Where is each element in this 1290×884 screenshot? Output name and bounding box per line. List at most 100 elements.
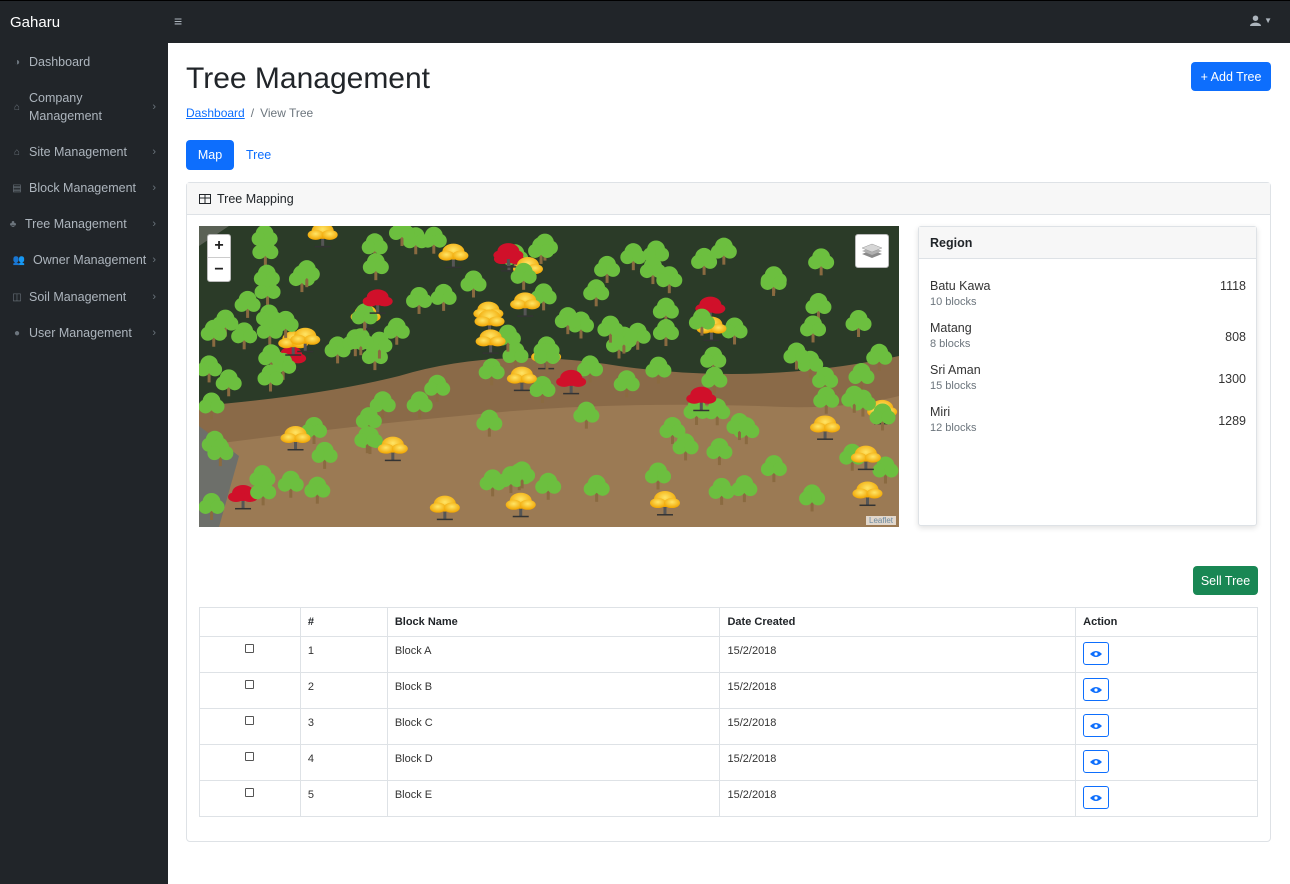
view-button[interactable] — [1083, 750, 1110, 773]
user-menu[interactable]: ▼ — [1250, 15, 1272, 26]
tab-map[interactable]: Map — [186, 140, 234, 170]
chevron-right-icon: › — [152, 146, 156, 158]
eye-icon — [1090, 722, 1103, 729]
region-count: 808 — [1225, 330, 1246, 344]
sidebar-item-tree-management[interactable]: ♣ Tree Management › — [0, 216, 168, 232]
map-attribution[interactable]: Leaflet — [866, 516, 897, 525]
sidebar-item-label: Block Management — [29, 181, 137, 195]
table-row: 2 Block B 15/2/2018 — [199, 672, 1258, 709]
blocks-table: # Block Name Date Created Action 1 Block… — [199, 607, 1258, 817]
breadcrumb: Dashboard / View Tree — [186, 106, 313, 120]
select-cell — [199, 744, 301, 781]
view-button[interactable] — [1083, 642, 1110, 665]
region-name: Sri Aman — [930, 363, 981, 377]
brand-logo[interactable]: Gaharu — [10, 14, 60, 31]
top-navbar: Gaharu ≡ ▼ — [0, 0, 1290, 43]
region-count: 1300 — [1218, 372, 1246, 386]
sidebar-item-label: Site Management — [29, 145, 127, 159]
table-row: 1 Block A 15/2/2018 — [199, 636, 1258, 673]
select-cell — [199, 780, 301, 817]
row-checkbox[interactable] — [245, 716, 255, 725]
card-title: Tree Mapping — [217, 191, 294, 206]
zoom-out-button[interactable]: − — [208, 258, 230, 281]
select-cell — [199, 672, 301, 709]
view-button[interactable] — [1083, 678, 1110, 701]
add-tree-button[interactable]: + Add Tree — [1191, 62, 1271, 91]
sidebar-item-owner-management[interactable]: 👥 Owner Management › — [0, 252, 168, 268]
date-created: 15/2/2018 — [719, 780, 1077, 817]
breadcrumb-separator: / — [250, 106, 255, 120]
zoom-in-button[interactable]: + — [208, 235, 230, 258]
date-created: 15/2/2018 — [719, 708, 1077, 745]
table-icon: ◫ — [12, 291, 22, 303]
column-header-date-created: Date Created — [719, 607, 1077, 637]
caret-down-icon: ▼ — [1264, 16, 1272, 25]
breadcrumb-current: View Tree — [260, 106, 314, 120]
region-blocks: 8 blocks — [930, 338, 971, 350]
card-header: Tree Mapping — [187, 183, 1270, 215]
select-cell — [199, 708, 301, 745]
sell-tree-button[interactable]: Sell Tree — [1193, 566, 1258, 595]
action-cell — [1075, 780, 1258, 817]
sidebar-item-soil-management[interactable]: ◫ Soil Management › — [0, 289, 168, 305]
region-item[interactable]: Miri 12 blocks 1289 — [930, 405, 1246, 434]
row-number: 3 — [299, 708, 388, 745]
chevron-right-icon: › — [152, 254, 156, 266]
region-name: Batu Kawa — [930, 279, 991, 293]
action-cell — [1075, 708, 1258, 745]
row-number: 1 — [299, 636, 388, 673]
home-icon: ⌂ — [13, 101, 21, 113]
table-icon — [199, 193, 211, 204]
eye-icon — [1090, 650, 1103, 657]
region-blocks: 10 blocks — [930, 296, 977, 308]
table-row: 4 Block D 15/2/2018 — [199, 744, 1258, 781]
column-header-action: Action — [1075, 607, 1258, 637]
eye-icon — [1090, 686, 1103, 693]
menu-toggle-icon[interactable]: ≡ — [174, 13, 182, 29]
tree-icon: ♣ — [9, 218, 17, 230]
row-checkbox[interactable] — [245, 680, 255, 689]
region-item[interactable]: Matang 8 blocks 808 — [930, 321, 1246, 350]
home-icon: ⌂ — [13, 146, 21, 158]
eye-icon — [1090, 794, 1103, 801]
map-zoom-control[interactable]: + − — [207, 234, 231, 282]
map-canvas[interactable] — [199, 226, 899, 527]
layers-button[interactable] — [855, 234, 889, 268]
sidebar-item-dashboard[interactable]: ◑ Dashboard — [0, 54, 168, 70]
sidebar-item-label: Tree Management — [25, 217, 127, 231]
tree-map[interactable] — [199, 226, 899, 527]
date-created: 15/2/2018 — [719, 672, 1077, 709]
column-header-select — [199, 607, 301, 637]
row-checkbox[interactable] — [245, 644, 255, 653]
chevron-right-icon: › — [152, 182, 156, 194]
page-title: Tree Management — [186, 62, 431, 95]
region-count: 1289 — [1218, 414, 1246, 428]
region-name: Miri — [930, 405, 951, 419]
region-item[interactable]: Batu Kawa 10 blocks 1118 — [930, 279, 1246, 308]
view-button[interactable] — [1083, 786, 1110, 809]
region-count: 1118 — [1220, 279, 1246, 293]
sidebar-item-user-management[interactable]: ● User Management › — [0, 325, 168, 341]
region-blocks: 12 blocks — [930, 422, 977, 434]
user-icon: ● — [13, 327, 21, 339]
row-number: 2 — [299, 672, 388, 709]
dashboard-icon: ◑ — [13, 56, 21, 68]
region-blocks: 15 blocks — [930, 380, 977, 392]
users-icon: 👥 — [12, 254, 26, 266]
tab-tree[interactable]: Tree — [246, 148, 271, 162]
column-header-number: # — [299, 607, 388, 637]
breadcrumb-dashboard-link[interactable]: Dashboard — [186, 106, 245, 120]
table-header-row: # Block Name Date Created Action — [199, 607, 1258, 637]
chevron-right-icon: › — [152, 327, 156, 339]
row-checkbox[interactable] — [245, 788, 255, 797]
sidebar-item-block-management[interactable]: ▤ Block Management › — [0, 180, 168, 196]
sidebar-item-site-management[interactable]: ⌂ Site Management › — [0, 144, 168, 160]
block-name: Block C — [386, 708, 721, 745]
building-icon: ▤ — [12, 182, 22, 194]
row-checkbox[interactable] — [245, 752, 255, 761]
action-cell — [1075, 744, 1258, 781]
view-button[interactable] — [1083, 714, 1110, 737]
region-item[interactable]: Sri Aman 15 blocks 1300 — [930, 363, 1246, 392]
eye-icon — [1090, 758, 1103, 765]
sidebar-item-company-management[interactable]: ⌂ Company Management › — [0, 89, 168, 125]
